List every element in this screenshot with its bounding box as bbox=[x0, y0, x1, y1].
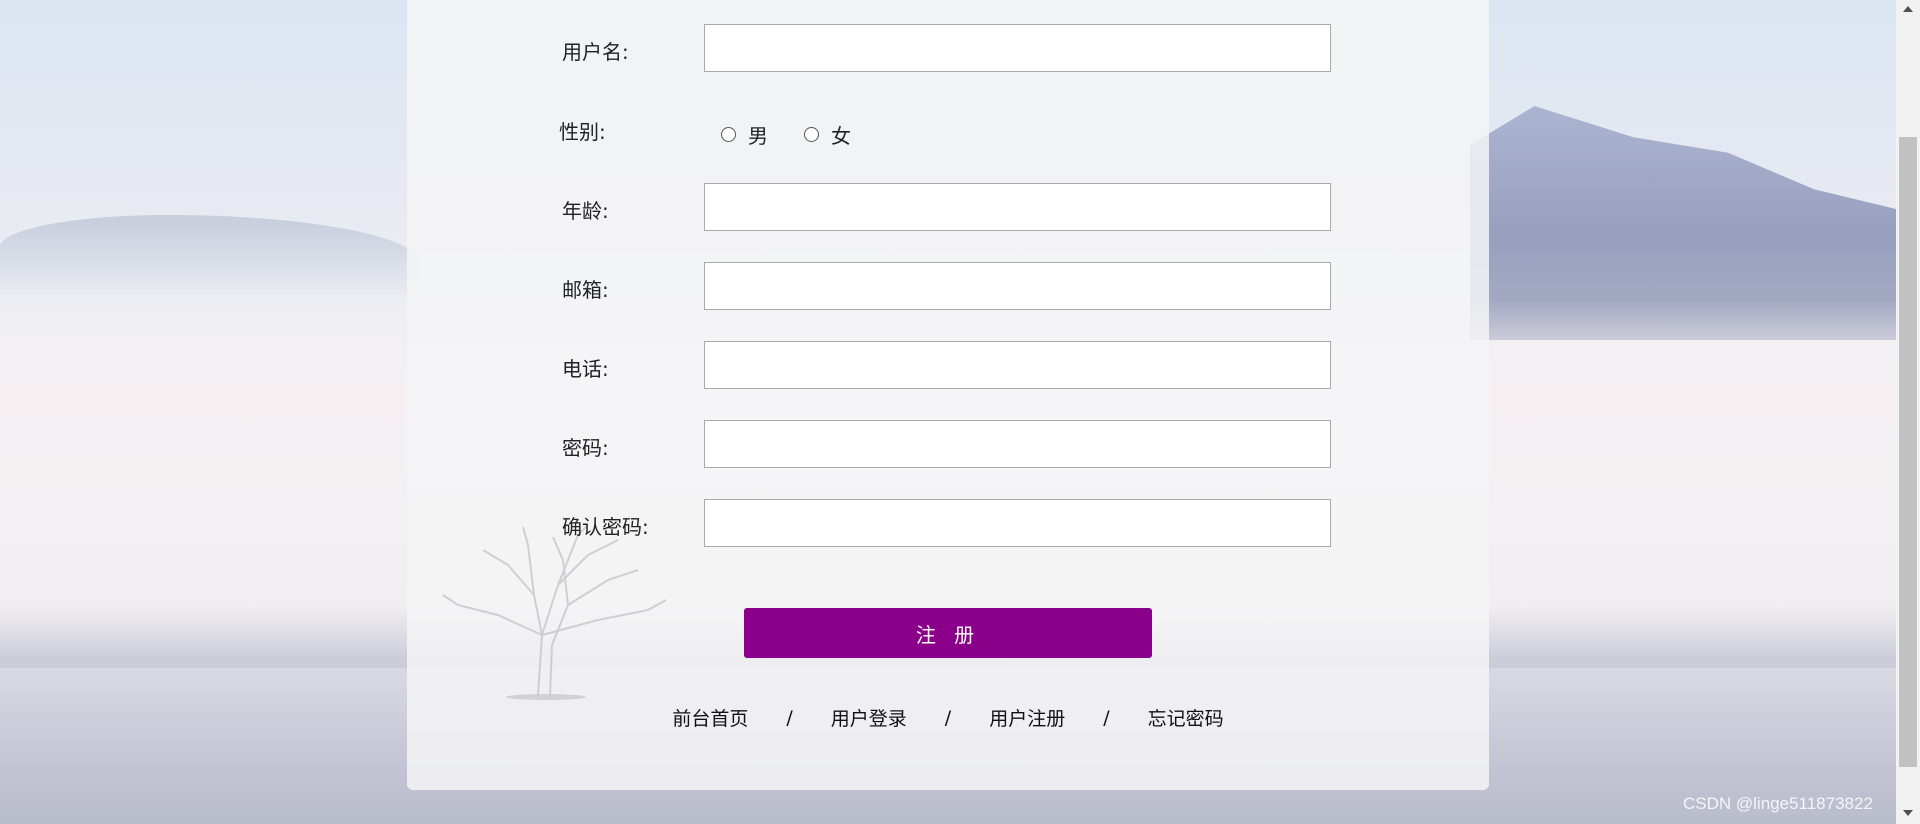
email-row: 邮箱: bbox=[407, 262, 1489, 312]
nav-forgot-password-link[interactable]: 忘记密码 bbox=[1148, 704, 1224, 731]
nav-register-link[interactable]: 用户注册 bbox=[989, 704, 1065, 731]
gender-option-female-label: 女 bbox=[831, 124, 851, 148]
confirm-password-row: 确认密码: bbox=[407, 499, 1489, 549]
email-label: 邮箱: bbox=[562, 278, 609, 302]
background-mountain-left bbox=[0, 215, 420, 295]
scrollbar-thumb[interactable] bbox=[1899, 137, 1917, 767]
tree-decoration bbox=[442, 525, 667, 700]
gender-option-male-label: 男 bbox=[748, 124, 768, 148]
password-row: 密码: bbox=[407, 420, 1489, 470]
watermark: CSDN @linge511873822 bbox=[1683, 794, 1873, 813]
nav-home-link[interactable]: 前台首页 bbox=[672, 704, 748, 731]
username-input[interactable] bbox=[704, 24, 1331, 72]
email-input[interactable] bbox=[704, 262, 1331, 310]
confirm-password-label: 确认密码: bbox=[562, 515, 649, 539]
footer-nav: 前台首页 / 用户登录 / 用户注册 / 忘记密码 bbox=[407, 704, 1489, 731]
phone-row: 电话: bbox=[407, 341, 1489, 391]
age-row: 年龄: bbox=[407, 183, 1489, 233]
radio-male[interactable] bbox=[721, 127, 736, 142]
username-row: 用户名: bbox=[407, 24, 1489, 74]
phone-label: 电话: bbox=[562, 357, 609, 381]
register-button[interactable]: 注 册 bbox=[744, 608, 1152, 658]
gender-option-male[interactable]: 男 bbox=[721, 120, 768, 149]
scroll-up-arrow-icon[interactable] bbox=[1903, 6, 1913, 12]
registration-panel: 用户名: 性别: 男 女 年龄: 邮箱: 电话: 密码: 确认密码: 注 册 前… bbox=[407, 0, 1489, 790]
age-input[interactable] bbox=[704, 183, 1331, 231]
phone-input[interactable] bbox=[704, 341, 1331, 389]
radio-female[interactable] bbox=[804, 127, 819, 142]
scroll-down-arrow-icon[interactable] bbox=[1903, 810, 1913, 816]
nav-separator: / bbox=[944, 706, 952, 729]
vertical-scrollbar[interactable] bbox=[1896, 0, 1920, 824]
password-label: 密码: bbox=[562, 436, 609, 460]
nav-separator: / bbox=[786, 706, 793, 729]
age-label: 年龄: bbox=[562, 199, 609, 223]
nav-login-link[interactable]: 用户登录 bbox=[831, 704, 907, 731]
gender-radio-group: 男 女 bbox=[721, 120, 887, 149]
username-label: 用户名: bbox=[562, 40, 629, 64]
gender-row: 性别: 男 女 bbox=[407, 110, 1489, 160]
gender-label: 性别: bbox=[559, 120, 606, 144]
confirm-password-input[interactable] bbox=[704, 499, 1331, 547]
password-input[interactable] bbox=[704, 420, 1331, 468]
nav-separator: / bbox=[1103, 706, 1110, 729]
gender-option-female[interactable]: 女 bbox=[804, 120, 851, 149]
